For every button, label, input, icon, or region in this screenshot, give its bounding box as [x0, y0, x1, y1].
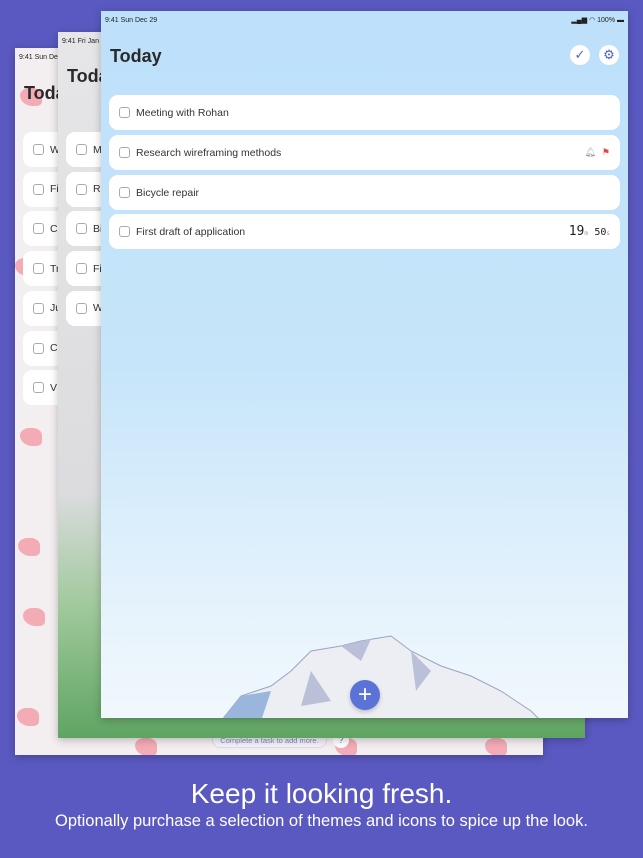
task-checkbox[interactable] — [76, 263, 87, 275]
task-row[interactable]: Research wireframing methods 🔔︎ ⚑ — [109, 135, 620, 170]
headline: Keep it looking fresh. — [190, 778, 453, 809]
task-checkbox[interactable] — [33, 223, 44, 235]
add-task-button[interactable]: + — [350, 680, 380, 710]
task-label: First draft of application — [136, 225, 246, 238]
task-checkbox[interactable] — [33, 144, 44, 155]
task-checkbox[interactable] — [76, 302, 87, 314]
task-checkbox[interactable] — [119, 226, 130, 237]
task-label: Meeting with Rohan — [136, 106, 229, 119]
settings-button[interactable]: ⚙ — [599, 45, 619, 65]
page-title: Today — [110, 46, 162, 66]
task-checkbox[interactable] — [119, 147, 130, 158]
task-row[interactable]: Bicycle repair — [109, 175, 620, 210]
status-bar: 9:41 Fri Jan — [62, 38, 99, 45]
clock-check-icon: ✓ — [574, 47, 586, 62]
task-checkbox[interactable] — [76, 144, 87, 155]
flag-icon: ⚑ — [601, 147, 610, 157]
task-checkbox[interactable] — [33, 263, 44, 275]
status-bar: 9:41 Sun Dec — [19, 54, 62, 61]
task-label: C — [50, 222, 58, 235]
task-checkbox[interactable] — [33, 342, 44, 354]
task-checkbox[interactable] — [119, 107, 130, 118]
battery-icon: ▬ — [617, 17, 624, 24]
bell-muted-icon: 🔔︎ — [584, 147, 596, 157]
subheadline: Optionally purchase a selection of theme… — [55, 812, 588, 830]
task-label: Research wireframing methods — [136, 146, 282, 159]
task-checkbox[interactable] — [119, 187, 130, 198]
task-label: V — [50, 381, 58, 394]
front-theme-preview: 9:41 Sun Dec 29 ▂▄▆ ◠ 100% ▬ Today ✓ ⚙ M… — [101, 11, 628, 718]
task-checkbox[interactable] — [33, 382, 44, 394]
signal-icon: ▂▄▆ ◠ — [571, 17, 598, 24]
task-checkbox[interactable] — [33, 183, 44, 195]
task-checkbox[interactable] — [76, 183, 87, 195]
gear-icon: ⚙ — [603, 47, 615, 62]
task-row[interactable]: Meeting with Rohan — [109, 95, 620, 130]
battery-status: ▂▄▆ ◠ 100% ▬ — [571, 16, 624, 24]
task-timer: 19m 50s — [568, 224, 610, 239]
task-row[interactable]: First draft of application 19m 50s — [109, 214, 620, 249]
battery-percent: 100% — [597, 17, 616, 24]
history-button[interactable]: ✓ — [570, 45, 590, 65]
task-checkbox[interactable] — [76, 223, 87, 235]
task-checkbox[interactable] — [33, 302, 44, 314]
status-bar: 9:41 Sun Dec 29 — [105, 17, 158, 24]
task-label: C — [50, 342, 58, 354]
task-label: Bicycle repair — [136, 186, 200, 199]
